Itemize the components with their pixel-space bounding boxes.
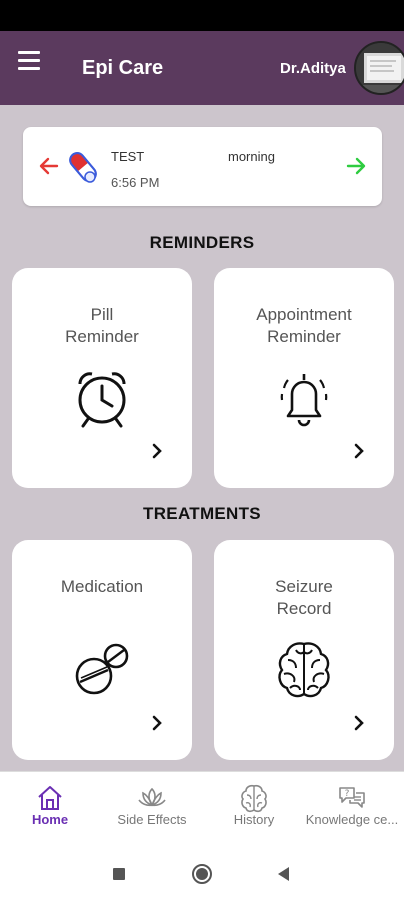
next-arrow-icon[interactable]	[344, 155, 368, 177]
treatments-heading: TREATMENTS	[143, 504, 261, 523]
status-bar	[0, 0, 404, 31]
bottom-navigation: Home Side Effects History ? Knowledge ce…	[0, 771, 404, 847]
appointment-reminder-tile[interactable]: Appointment Reminder	[214, 268, 394, 488]
seizure-record-tile[interactable]: Seizure Record	[214, 540, 394, 760]
alarm-clock-icon	[72, 366, 132, 430]
brain-icon	[239, 783, 269, 813]
pill-capsule-icon	[65, 147, 101, 187]
tile-label: Appointment Reminder	[256, 305, 352, 346]
nav-item-history[interactable]: History	[214, 772, 294, 848]
tablets-icon	[72, 638, 132, 702]
back-triangle-icon[interactable]	[273, 863, 295, 885]
chevron-right-icon	[150, 714, 164, 732]
upcoming-reminder-card[interactable]: TEST morning 6:56 PM	[23, 127, 382, 206]
medication-tile[interactable]: Medication	[12, 540, 192, 760]
reminder-name: TEST	[111, 149, 145, 164]
home-icon	[35, 783, 65, 813]
menu-button[interactable]	[18, 51, 46, 75]
reminders-heading: REMINDERS	[149, 233, 255, 252]
nav-label: Home	[31, 812, 69, 827]
nav-item-knowledge-center[interactable]: ? Knowledge ce...	[300, 772, 404, 848]
chevron-right-icon	[352, 714, 366, 732]
user-name: Dr.Aditya	[280, 60, 346, 77]
tile-label: Medication	[60, 577, 144, 596]
chevron-right-icon	[352, 442, 366, 460]
tile-label: Pill Reminder	[65, 305, 139, 346]
tile-label: Seizure Record	[275, 577, 333, 618]
lotus-icon	[137, 783, 167, 813]
nav-item-home[interactable]: Home	[14, 772, 86, 848]
home-circle-icon[interactable]	[191, 863, 213, 885]
nav-label: Knowledge ce...	[305, 812, 399, 827]
chat-question-icon: ?	[337, 783, 367, 813]
bell-icon	[274, 366, 334, 430]
system-navigation-bar	[0, 847, 404, 900]
brain-icon	[274, 638, 334, 702]
svg-text:?: ?	[345, 789, 350, 799]
pill-reminder-tile[interactable]: Pill Reminder	[12, 268, 192, 488]
recents-square-icon[interactable]	[108, 863, 130, 885]
previous-arrow-icon[interactable]	[37, 155, 61, 177]
nav-label: History	[233, 812, 275, 827]
reminder-period: morning	[228, 149, 275, 164]
app-bar: Epi Care Dr.Aditya	[0, 31, 404, 105]
nav-item-side-effects[interactable]: Side Effects	[104, 772, 200, 848]
avatar[interactable]	[354, 41, 404, 95]
reminder-time: 6:56 PM	[111, 175, 160, 190]
nav-label: Side Effects	[117, 812, 187, 827]
app-title: Epi Care	[82, 57, 164, 79]
chevron-right-icon	[150, 442, 164, 460]
